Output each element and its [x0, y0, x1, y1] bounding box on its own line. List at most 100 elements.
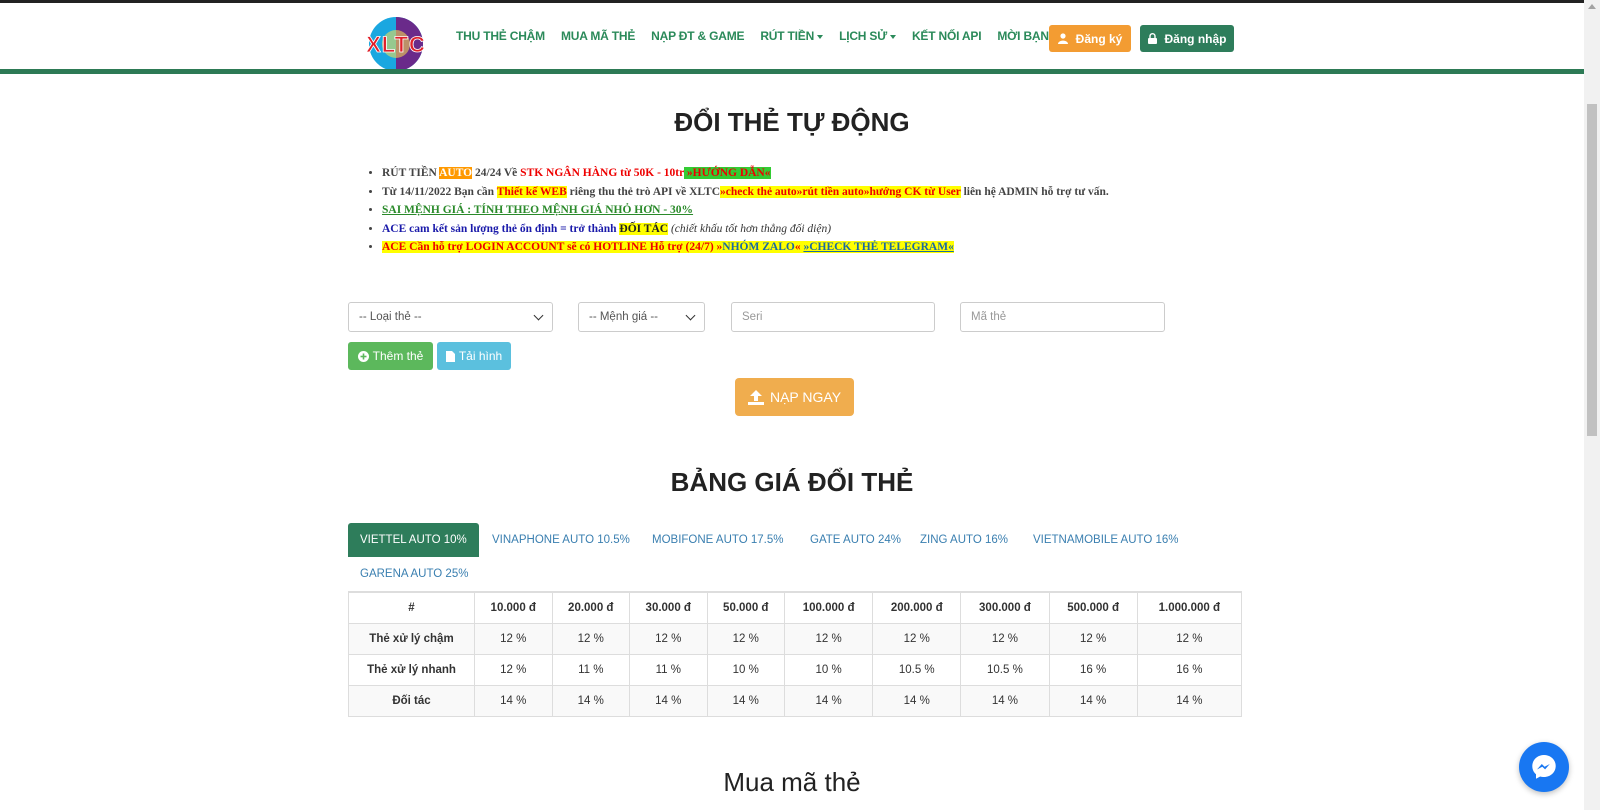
nav-link[interactable]: RÚT TIỀN [760, 29, 824, 43]
rate-tab[interactable]: MOBIFONE AUTO 17.5% [640, 523, 795, 557]
site-logo[interactable]: XLTC [352, 15, 442, 73]
rate-cell: 14 % [1136, 684, 1243, 717]
rate-cell: 14 % [783, 684, 874, 717]
table-row: Thẻ xử lý chậm 12 % 12 % 12 % 12 % 12 % 12 % 12… [348, 622, 1243, 655]
nav-link[interactable]: MUA MÃ THẺ [561, 29, 635, 43]
login-label: Đăng nhập [1164, 31, 1227, 46]
messenger-icon [1532, 755, 1556, 779]
rate-cell: 10.5 % [960, 653, 1050, 686]
notice-text: liên hệ ADMIN hỗ trợ tư vấn. [960, 185, 1109, 198]
notice-text: Từ 14/11/2022 Bạn cần [382, 185, 497, 198]
submit-button[interactable]: NẠP NGAY [735, 378, 854, 416]
amount-select[interactable]: -- Mệnh giá -- [578, 302, 705, 332]
nav-link-label: THU THẺ CHẬM [456, 29, 545, 43]
telegram-link[interactable]: »CHECK THẺ TELEGRAM« [803, 241, 954, 253]
rate-cell: 16 % [1136, 653, 1243, 686]
notice-text: 24/24 Về [472, 167, 521, 179]
rate-column-header: 200.000 đ [872, 591, 962, 624]
nav-link-label: MỜI BẠN [997, 29, 1049, 43]
nav-link[interactable]: THU THẺ CHẬM [456, 29, 545, 43]
rate-column-header: 50.000 đ [706, 591, 785, 624]
page-title: ĐỔI THẺ TỰ ĐỘNG [674, 107, 910, 137]
rate-column-header: 20.000 đ [551, 591, 630, 624]
notice-list: RÚT TIỀN AUTO 24/24 Về STK NGÂN HÀNG từ … [382, 164, 1182, 257]
rate-cell: 14 % [551, 684, 630, 717]
add-card-button[interactable]: Thêm thẻ [348, 342, 433, 370]
messenger-button[interactable] [1519, 742, 1569, 792]
lock-icon [1147, 33, 1157, 44]
nav-link-label: LỊCH SỬ [839, 29, 887, 43]
rate-table: #10.000 đ 20.000 đ 30.000 đ 50.000 đ 100.000… [348, 591, 1243, 717]
rate-cell: 14 % [1048, 684, 1138, 717]
nav-link[interactable]: MỜI BẠN [997, 29, 1049, 43]
rates-title: BẢNG GIÁ ĐỔI THẺ [670, 467, 914, 497]
nav-link[interactable]: LỊCH SỬ [839, 29, 896, 43]
notice-text: RÚT TIỀN [382, 167, 440, 179]
scroll-up-arrow-icon[interactable] [1588, 4, 1596, 9]
user-icon [1057, 33, 1068, 44]
rate-cell: 14 % [706, 684, 785, 717]
notice-text: ACE Cần hỗ trợ LOGIN ACCOUNT sẽ có HOTLI… [382, 241, 723, 253]
nav-menu: THU THẺ CHẬM MUA MÃ THẺ NẠP ĐT & GAME RÚT T… [456, 29, 1128, 43]
rate-tab[interactable]: GARENA AUTO 25% [348, 557, 480, 591]
page-scrollbar[interactable] [1584, 0, 1600, 810]
amount-value: -- Mệnh giá -- [589, 311, 659, 323]
card-code-placeholder: Mã thẻ [971, 311, 1007, 323]
nav-link-label: MUA MÃ THẺ [560, 29, 636, 43]
notice-text: (chiết khấu tốt hơn thẳng đối diện) [668, 222, 832, 235]
register-button[interactable]: Đăng ký [1049, 25, 1131, 52]
rate-cell: 11 % [629, 653, 708, 686]
rate-column-header: 1.000.000 đ [1136, 591, 1243, 624]
card-type-select[interactable]: -- Loại thẻ -- [348, 302, 553, 332]
rate-column-header: 30.000 đ [629, 591, 708, 624]
chevron-down-icon [533, 310, 544, 320]
rate-row-label: Thẻ xử lý nhanh [348, 653, 475, 686]
card-type-value: -- Loại thẻ -- [359, 311, 422, 323]
rate-cell: 12 % [1136, 622, 1243, 655]
upload-image-button[interactable]: Tải hình [437, 342, 511, 370]
nav-link[interactable]: NẠP ĐT & GAME [651, 29, 744, 43]
rate-tab[interactable]: VIETNAMOBILE AUTO 16% [1021, 523, 1191, 557]
rate-cell: 12 % [1048, 622, 1138, 655]
rate-cell: 12 % [474, 653, 553, 686]
rate-cell: 14 % [474, 684, 553, 717]
notice-text: STK NGÂN HÀNG từ 50K - 10tr [520, 167, 685, 179]
nav-link-label: NẠP ĐT & GAME [651, 29, 745, 43]
rate-cell: 12 % [474, 622, 553, 655]
rate-tab[interactable]: ZING AUTO 16% [908, 523, 1020, 557]
serial-input[interactable]: Seri [731, 302, 935, 332]
plus-circle-icon [357, 350, 369, 362]
logo-text: XLTC [366, 32, 426, 57]
caret-down-icon [889, 34, 896, 39]
chevron-down-icon [685, 310, 696, 320]
table-row: Đối tác 14 % 14 % 14 % 14 % 14 % 14 % 14 % 14 % 1… [348, 684, 1243, 717]
notice-item-partner: ACE cam kết sản lượng thẻ ổn định = trở … [382, 220, 1182, 239]
nav-link-label: RÚT TIỀN [760, 29, 815, 43]
rate-cell: 14 % [872, 684, 962, 717]
rate-tab[interactable]: VINAPHONE AUTO 10.5% [480, 523, 642, 557]
rate-column-header: 500.000 đ [1048, 591, 1138, 624]
scroll-thumb[interactable] [1587, 104, 1597, 436]
rate-tab[interactable]: VIETTEL AUTO 10% [348, 523, 479, 557]
zalo-link[interactable]: NHÓM ZALO [722, 241, 795, 253]
rate-tab[interactable]: GATE AUTO 24% [798, 523, 913, 557]
file-icon [445, 350, 455, 362]
table-row: Thẻ xử lý nhanh 12 % 11 % 11 % 10 % 10 % 10.5 … [348, 653, 1243, 686]
notice-item-withdraw: RÚT TIỀN AUTO 24/24 Về STK NGÂN HÀNG từ … [382, 164, 1182, 183]
nav-link[interactable]: KẾT NỐI API [912, 29, 982, 43]
login-button[interactable]: Đăng nhập [1140, 25, 1234, 52]
navbar-border [0, 69, 1584, 74]
rate-table-header: #10.000 đ 20.000 đ 30.000 đ 50.000 đ 100.000… [348, 591, 1243, 624]
rate-cell: 10 % [783, 653, 874, 686]
rate-column-header: 10.000 đ [474, 591, 553, 624]
card-code-input[interactable]: Mã thẻ [960, 302, 1165, 332]
rate-column-header: # [348, 591, 475, 624]
guide-link[interactable]: »HƯỚNG DẪN« [684, 167, 771, 179]
navbar: XLTC THU THẺ CHẬM MUA MÃ THẺ NẠP ĐT & GAME… [0, 3, 1584, 73]
rate-cell: 12 % [872, 622, 962, 655]
rate-row-label: Đối tác [348, 684, 475, 717]
register-label: Đăng ký [1075, 31, 1123, 46]
upload-label: Tải hình [458, 349, 503, 363]
notice-item-support: ACE Cần hỗ trợ LOGIN ACCOUNT sẽ có HOTLI… [382, 238, 1182, 257]
notice-highlight: ĐỐI TÁC [619, 222, 669, 235]
